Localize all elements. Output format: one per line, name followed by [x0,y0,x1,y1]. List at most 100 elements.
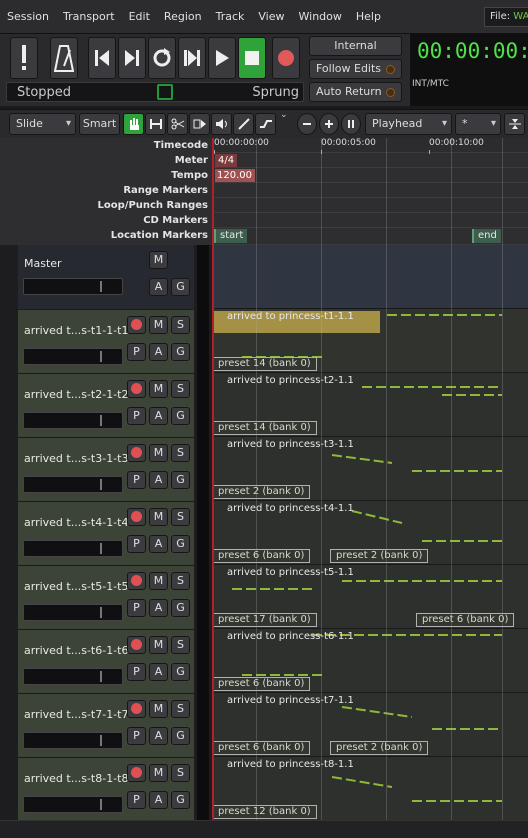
group-button[interactable]: G [171,535,190,553]
track-name[interactable]: arrived t...s-t8-1-t8 [24,772,128,785]
patch-change-marker[interactable]: preset 14 (bank 0) [212,357,317,371]
solo-button[interactable]: S [171,444,190,462]
track-gain-fader[interactable] [23,412,123,429]
grab-tool-button[interactable] [123,113,144,135]
record-arm-button[interactable] [127,700,146,718]
playlist-button[interactable]: P [127,791,146,809]
patch-change-marker[interactable]: preset 2 (bank 0) [212,485,311,499]
zoom-in-button[interactable] [319,113,339,135]
track-canvas[interactable]: arrived to princess-t3-1.1 preset 2 (bank… [212,437,528,501]
mute-button[interactable]: M [149,636,168,654]
panic-button[interactable] [10,37,38,79]
group-button[interactable]: G [171,599,190,617]
mute-button[interactable]: M [149,572,168,590]
track-canvas[interactable]: arrived to princess-t4-1.1 preset 6 (bank… [212,501,528,565]
track-canvas[interactable]: arrived to princess-t6-1.1 preset 6 (bank… [212,629,528,693]
range-tool-button[interactable] [145,113,166,135]
playlist-button[interactable]: P [127,471,146,489]
automation-button[interactable]: A [149,663,168,681]
track-name[interactable]: arrived t...s-t1-1-t1 [24,324,128,337]
track-gain-fader[interactable] [23,476,123,493]
playlist-button[interactable]: P [127,663,146,681]
group-button[interactable]: G [171,791,190,809]
playlist-button[interactable]: P [127,727,146,745]
patch-change-marker[interactable]: preset 2 (bank 0) [330,549,429,563]
menu-transport[interactable]: Transport [56,0,122,34]
region-name[interactable]: arrived to princess-t8-1.1 [227,759,354,770]
cut-tool-button[interactable] [167,113,188,135]
master-automation-button[interactable]: A [149,278,168,296]
mute-button[interactable]: M [149,700,168,718]
menu-help[interactable]: Help [349,0,388,34]
track-name[interactable]: arrived t...s-t2-1-t2 [24,388,128,401]
patch-change-marker[interactable]: preset 14 (bank 0) [212,421,317,435]
playlist-button[interactable]: P [127,599,146,617]
goto-start-button[interactable] [88,37,116,79]
menu-session[interactable]: Session [0,0,56,34]
record-arm-button[interactable] [127,508,146,526]
mute-button[interactable]: M [149,444,168,462]
timecode-ruler[interactable]: 00:00:00:00 00:00:05:00 00:00:10:00 [212,138,528,154]
grid-type-dropdown[interactable]: * [455,113,501,135]
patch-change-marker[interactable]: preset 6 (bank 0) [212,677,311,691]
zoom-out-button[interactable] [297,113,317,135]
playlist-button[interactable]: P [127,407,146,425]
zoom-session-button[interactable] [341,113,361,135]
nudge-button[interactable] [504,113,525,135]
track-canvas[interactable]: arrived to princess-t2-1.1 preset 14 (ban… [212,373,528,437]
tempo-marker[interactable]: 120.00 [215,169,255,182]
metronome-button[interactable] [50,37,78,79]
region-name[interactable]: arrived to princess-t1-1.1 [227,311,354,322]
solo-button[interactable]: S [171,636,190,654]
sync-source-button[interactable]: Internal [309,36,402,56]
master-track-name[interactable]: Master [24,257,62,270]
follow-edits-toggle[interactable]: Follow Edits [309,59,402,79]
track-gain-fader[interactable] [23,604,123,621]
record-arm-button[interactable] [127,444,146,462]
master-mute-button[interactable]: M [149,251,168,269]
record-arm-button[interactable] [127,316,146,334]
playhead-line[interactable] [212,138,214,820]
region-name[interactable]: arrived to princess-t6-1.1 [227,631,354,642]
audition-tool-button[interactable] [211,113,232,135]
cd-markers-ruler[interactable] [212,213,528,228]
region-name[interactable]: arrived to princess-t2-1.1 [227,375,354,386]
region-name[interactable]: arrived to princess-t7-1.1 [227,695,354,706]
record-arm-button[interactable] [127,572,146,590]
mute-button[interactable]: M [149,508,168,526]
master-group-button[interactable]: G [171,278,190,296]
start-marker[interactable]: start [214,229,248,243]
record-arm-button[interactable] [127,764,146,782]
play-range-button[interactable] [178,37,206,79]
patch-change-marker[interactable]: preset 2 (bank 0) [330,741,429,755]
automation-button[interactable]: A [149,471,168,489]
automation-button[interactable]: A [149,407,168,425]
location-markers-ruler[interactable]: start end [212,228,528,245]
solo-button[interactable]: S [171,380,190,398]
region-name[interactable]: arrived to princess-t3-1.1 [227,439,354,450]
group-button[interactable]: G [171,727,190,745]
record-arm-button[interactable] [127,380,146,398]
patch-change-marker[interactable]: preset 17 (bank 0) [212,613,317,627]
stop-button[interactable] [238,37,266,79]
track-canvas[interactable]: arrived to princess-t7-1.1 preset 6 (bank… [212,693,528,757]
track-canvas[interactable]: arrived to princess-t5-1.1 preset 17 (ban… [212,565,528,629]
solo-button[interactable]: S [171,764,190,782]
playlist-button[interactable]: P [127,343,146,361]
solo-button[interactable]: S [171,316,190,334]
group-button[interactable]: G [171,343,190,361]
region-name[interactable]: arrived to princess-t5-1.1 [227,567,354,578]
track-name[interactable]: arrived t...s-t7-1-t7 [24,708,128,721]
track-canvas[interactable]: arrived to princess-t8-1.1 preset 12 (ban… [212,757,528,821]
menu-edit[interactable]: Edit [122,0,157,34]
patch-change-marker[interactable]: preset 6 (bank 0) [212,549,311,563]
mute-button[interactable]: M [149,380,168,398]
menu-track[interactable]: Track [209,0,252,34]
track-name[interactable]: arrived t...s-t3-1-t3 [24,452,128,465]
track-gain-fader[interactable] [23,348,123,365]
automation-button[interactable]: A [149,343,168,361]
track-gain-fader[interactable] [23,796,123,813]
menu-view[interactable]: View [251,0,291,34]
tempo-ruler[interactable]: 120.00 [212,168,528,183]
meter-marker[interactable]: 4/4 [215,154,238,167]
